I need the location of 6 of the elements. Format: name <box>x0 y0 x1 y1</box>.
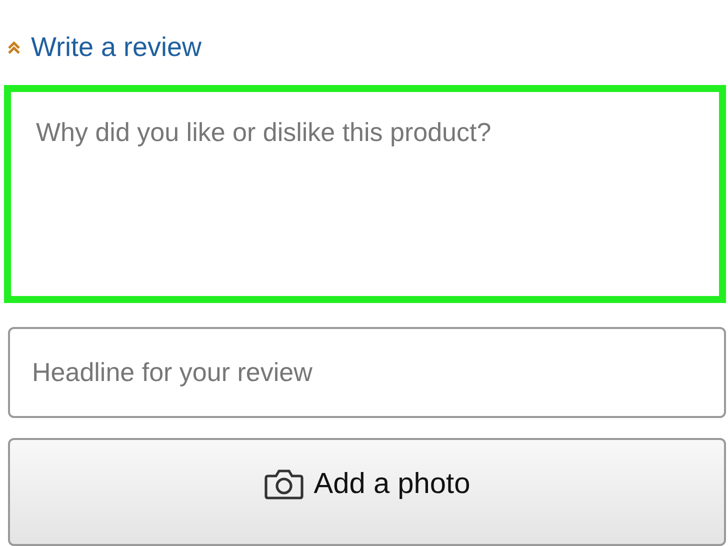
camera-icon <box>264 468 304 500</box>
review-text-field[interactable]: Why did you like or dislike this product? <box>4 85 726 304</box>
add-photo-button[interactable]: Add a photo <box>8 438 726 546</box>
write-review-link[interactable]: Write a review <box>31 32 202 63</box>
headline-field[interactable]: Headline for your review <box>8 327 726 418</box>
double-chevron-icon <box>7 40 21 54</box>
